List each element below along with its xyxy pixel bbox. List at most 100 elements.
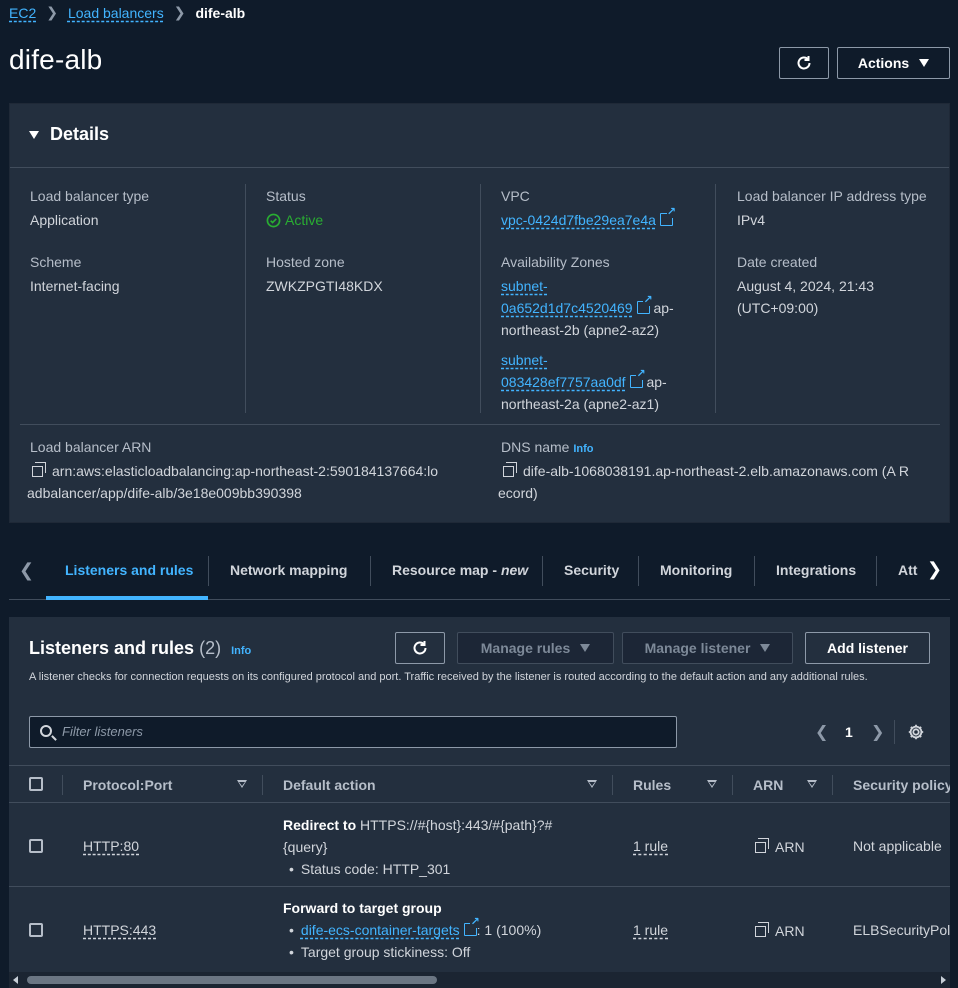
default-action: Redirect to HTTPS://#{host}:443/#{path}?… <box>283 814 552 880</box>
chevron-right-icon: ❯ <box>173 4 186 20</box>
subnet-link[interactable]: 083428ef7757aa0df <box>501 374 626 390</box>
tab-listeners-and-rules[interactable]: Listeners and rules <box>65 562 193 578</box>
tab-network-mapping[interactable]: Network mapping <box>230 562 347 578</box>
table-header: Protocol:Port Default action Rules ARN S… <box>9 765 950 803</box>
tab-integrations[interactable]: Integrations <box>776 562 856 578</box>
tab-attributes[interactable]: Att <box>898 562 920 578</box>
column-divider <box>715 184 716 413</box>
column-divider <box>732 775 733 795</box>
breadcrumb-ec2[interactable]: EC2 <box>9 5 36 21</box>
copy-icon[interactable] <box>755 838 769 853</box>
caret-down-icon <box>580 644 591 652</box>
manage-rules-button[interactable]: Manage rules <box>457 632 614 664</box>
rules-link[interactable]: 1 rule <box>633 919 668 941</box>
breadcrumb-load-balancers[interactable]: Load balancers <box>68 5 164 21</box>
protocol-port-link[interactable]: HTTP:80 <box>83 835 139 857</box>
pagination-next-icon[interactable]: ❯ <box>871 722 884 742</box>
expand-caret-icon[interactable] <box>29 131 39 139</box>
subnet-link[interactable]: subnet- <box>501 352 548 368</box>
sort-icon[interactable] <box>587 780 597 788</box>
copy-icon[interactable] <box>503 462 517 477</box>
protocol-port-link[interactable]: HTTPS:443 <box>83 919 156 941</box>
tab-divider <box>638 556 639 586</box>
pagination-page[interactable]: 1 <box>845 724 853 740</box>
filter-listeners-input[interactable] <box>62 724 662 739</box>
tabs-scroll-right-icon[interactable]: ❯ <box>927 559 942 580</box>
vpc-link[interactable]: vpc-0424d7fbe29ea7e4a <box>501 212 656 228</box>
details-panel: Details Load balancer type Application S… <box>9 103 950 523</box>
chevron-right-icon: ❯ <box>46 4 58 20</box>
copy-icon[interactable] <box>755 922 769 937</box>
column-divider <box>62 775 63 795</box>
scroll-right-arrow-icon[interactable] <box>941 976 946 984</box>
add-listener-button[interactable]: Add listener <box>805 632 930 664</box>
sort-icon[interactable] <box>707 780 717 788</box>
default-action: Forward to target group dife-ecs-contain… <box>283 897 541 963</box>
scroll-left-arrow-icon[interactable] <box>13 976 18 984</box>
external-link-icon[interactable] <box>629 369 646 388</box>
arn-value: arn:aws:elasticloadbalancing:ap-northeas… <box>27 460 467 504</box>
col-rules[interactable]: Rules <box>633 777 671 793</box>
manage-listener-button[interactable]: Manage listener <box>622 632 793 664</box>
manage-rules-label: Manage rules <box>480 640 571 656</box>
status-label: Status <box>266 188 306 204</box>
date-line: (UTC+09:00) <box>737 300 819 316</box>
horizontal-scrollbar[interactable] <box>9 972 950 988</box>
refresh-button[interactable] <box>779 47 829 79</box>
dns-value: dife-alb-1068038191.ap-northeast-2.elb.a… <box>498 460 938 504</box>
tab-resource-map[interactable]: Resource map - new <box>392 562 528 578</box>
details-header[interactable]: Details <box>10 104 949 168</box>
arn-copy[interactable]: ARN <box>755 836 805 858</box>
tab-divider <box>542 556 543 586</box>
column-divider <box>612 775 613 795</box>
listeners-refresh-button[interactable] <box>395 632 445 664</box>
arn-copy[interactable]: ARN <box>755 920 805 942</box>
subnet-link[interactable]: 0a652d1d7c4520469 <box>501 300 633 316</box>
vpc-label: VPC <box>501 188 530 204</box>
dns-info-link[interactable]: Info <box>573 443 593 455</box>
filter-listeners-field[interactable] <box>29 716 677 748</box>
external-link-icon[interactable] <box>659 207 676 226</box>
vpc-value: vpc-0424d7fbe29ea7e4a <box>501 207 676 231</box>
tab-monitoring[interactable]: Monitoring <box>660 562 732 578</box>
tabs-scroll-left-icon[interactable]: ❮ <box>19 560 34 581</box>
tabs-bar: ❮ Listeners and rules Network mapping Re… <box>9 544 950 600</box>
ip-type-value: IPv4 <box>737 212 766 228</box>
target-group-link[interactable]: dife-ecs-container-targets <box>301 922 460 938</box>
security-policy-value: ELBSecurityPoli <box>853 922 950 938</box>
tab-divider <box>754 556 755 586</box>
actions-button[interactable]: Actions <box>837 47 950 79</box>
refresh-icon <box>797 56 811 70</box>
ip-type-label: Load balancer IP address type <box>737 188 927 204</box>
select-all-checkbox[interactable] <box>29 777 43 791</box>
row-checkbox[interactable] <box>29 923 43 937</box>
external-link-icon[interactable] <box>636 295 653 314</box>
col-protocol-port[interactable]: Protocol:Port <box>83 777 172 793</box>
sort-icon[interactable] <box>807 780 817 788</box>
dns-label-text: DNS name <box>501 439 570 455</box>
tab-security[interactable]: Security <box>564 562 619 578</box>
col-default-action[interactable]: Default action <box>283 777 376 793</box>
row-checkbox[interactable] <box>29 839 43 853</box>
status-text: Active <box>285 212 324 228</box>
arn-text: ARN <box>775 839 805 855</box>
listeners-info-link[interactable]: Info <box>231 645 251 657</box>
settings-gear-icon[interactable] <box>907 723 925 741</box>
copy-icon[interactable] <box>32 462 46 477</box>
rules-link[interactable]: 1 rule <box>633 835 668 857</box>
subnet-link[interactable]: subnet- <box>501 278 548 294</box>
col-security-policy[interactable]: Security policy <box>853 777 950 793</box>
sort-icon[interactable] <box>237 780 247 788</box>
status-code: Status code: HTTP_301 <box>289 861 450 877</box>
date-created-label: Date created <box>737 254 818 270</box>
external-link-icon[interactable] <box>463 917 480 936</box>
page-title: dife-alb <box>9 44 103 75</box>
pagination-prev-icon[interactable]: ❮ <box>815 722 828 742</box>
breadcrumb: EC2 ❯ Load balancers ❯ dife-alb <box>9 4 245 21</box>
scroll-thumb[interactable] <box>27 976 437 984</box>
scheme-value: Internet-facing <box>30 278 120 294</box>
tab-new-badge: new <box>500 562 529 578</box>
breadcrumb-current: dife-alb <box>195 4 246 21</box>
tab-divider <box>370 556 371 586</box>
col-arn[interactable]: ARN <box>753 777 783 793</box>
